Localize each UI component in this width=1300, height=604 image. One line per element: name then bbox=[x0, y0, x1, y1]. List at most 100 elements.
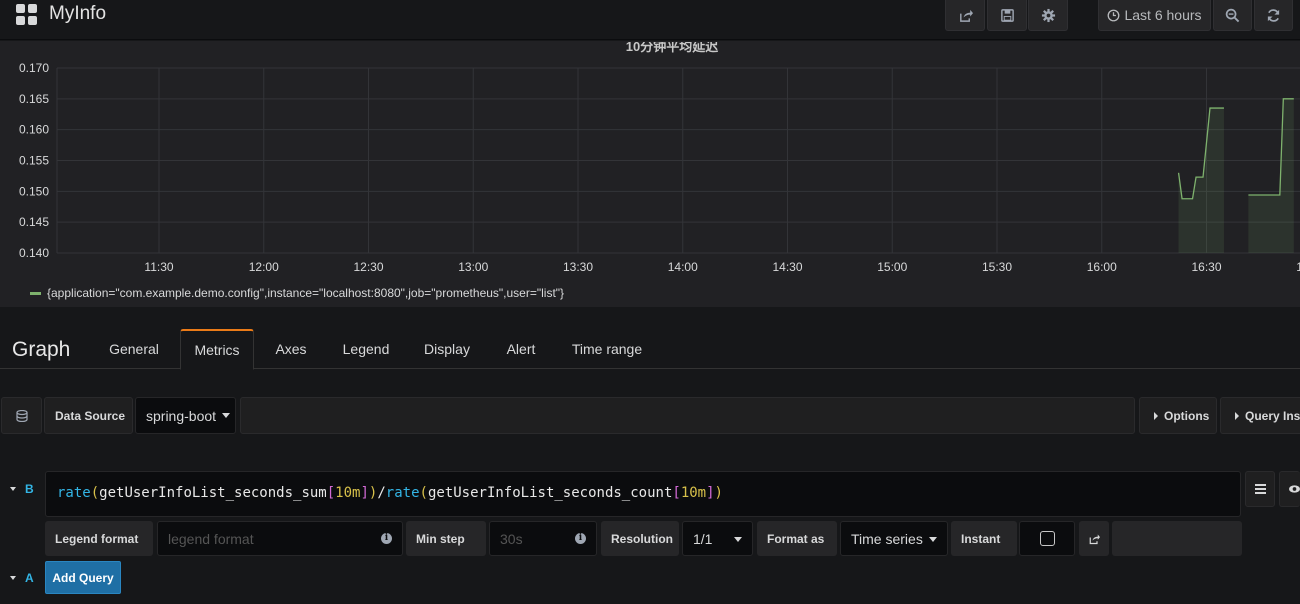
query-token: ) bbox=[714, 485, 723, 501]
dashboard-grid-icon[interactable] bbox=[16, 4, 38, 26]
share-icon bbox=[959, 9, 973, 22]
tab-alert[interactable]: Alert bbox=[496, 329, 546, 369]
x-tick-label: 17:00 bbox=[1296, 260, 1300, 271]
datasource-select[interactable]: spring-boot bbox=[135, 397, 236, 434]
query-token: [ bbox=[326, 485, 336, 501]
query-token: getUserInfoList_seconds_count bbox=[427, 485, 673, 501]
query-token: ] bbox=[706, 485, 715, 501]
collapse-icon bbox=[10, 576, 16, 580]
x-tick-label: 12:00 bbox=[249, 260, 279, 271]
query-token: ] bbox=[360, 485, 369, 501]
query-token: / bbox=[377, 485, 386, 501]
query-b-refid[interactable]: B bbox=[0, 471, 42, 507]
x-tick-label: 14:00 bbox=[668, 260, 698, 271]
tab-time-range[interactable]: Time range bbox=[564, 329, 650, 369]
query-token: 10m bbox=[680, 485, 707, 501]
tab-display[interactable]: Display bbox=[416, 329, 478, 369]
resolution-value: 1/1 bbox=[693, 530, 713, 547]
query-visibility-button[interactable] bbox=[1279, 471, 1300, 507]
x-tick-label: 13:00 bbox=[458, 260, 488, 271]
query-inspector-toggle[interactable]: Query Insp bbox=[1220, 397, 1300, 434]
query-menu-button[interactable] bbox=[1245, 471, 1275, 507]
query-token: ( bbox=[419, 485, 428, 501]
min-step-placeholder: 30s bbox=[500, 530, 523, 547]
graph-legend[interactable]: {application="com.example.demo.config",i… bbox=[30, 286, 564, 300]
info-icon[interactable]: i bbox=[575, 533, 586, 544]
query-token: 10m bbox=[335, 485, 361, 501]
refresh-icon bbox=[1267, 8, 1280, 22]
datasource-label: Data Source bbox=[44, 397, 133, 434]
instant-label: Instant bbox=[951, 521, 1017, 556]
legend-series-label[interactable]: {application="com.example.demo.config",i… bbox=[47, 286, 564, 300]
legend-series-swatch bbox=[30, 291, 41, 295]
x-tick-label: 15:30 bbox=[982, 260, 1012, 271]
graph-plot[interactable]: 0.170 0.165 0.160 0.155 0.150 0.145 0.140 11:30… bbox=[0, 41, 1300, 271]
query-token: ( bbox=[90, 485, 100, 501]
options-label: Options bbox=[1164, 408, 1210, 423]
settings-button[interactable] bbox=[1028, 0, 1068, 31]
options-toggle[interactable]: Options bbox=[1139, 397, 1217, 434]
resolution-select[interactable]: 1/1 bbox=[682, 521, 753, 556]
legend-format-input[interactable]: legend format i bbox=[157, 521, 403, 556]
hamburger-icon bbox=[1254, 484, 1266, 494]
chevron-down-icon bbox=[222, 413, 231, 418]
clock-icon bbox=[1108, 9, 1120, 21]
query-link-button[interactable] bbox=[1079, 521, 1109, 556]
instant-checkbox[interactable] bbox=[1039, 531, 1055, 546]
resolution-label: Resolution bbox=[601, 521, 679, 556]
share-button[interactable] bbox=[945, 0, 985, 31]
y-tick-label: 0.155 bbox=[19, 154, 49, 168]
dashboard-title[interactable]: MyInfo bbox=[49, 3, 106, 25]
share-icon bbox=[1089, 534, 1100, 544]
chevron-down-icon bbox=[929, 537, 937, 542]
x-tick-label: 15:00 bbox=[877, 260, 907, 271]
x-tick-label: 12:30 bbox=[353, 260, 383, 271]
y-tick-label: 0.160 bbox=[19, 123, 49, 137]
query-token: rate bbox=[385, 485, 420, 501]
save-icon bbox=[1000, 8, 1014, 22]
query-a-refid-label: A bbox=[25, 571, 34, 585]
instant-checkbox-wrapper bbox=[1019, 521, 1075, 556]
y-tick-label: 0.140 bbox=[19, 246, 49, 260]
x-tick-label: 16:00 bbox=[1087, 260, 1117, 271]
caret-right-icon bbox=[1154, 411, 1158, 420]
add-query-button[interactable]: Add Query bbox=[45, 561, 121, 594]
datasource-icon-box bbox=[1, 397, 42, 434]
chevron-down-icon bbox=[734, 537, 742, 542]
series-area bbox=[1248, 98, 1294, 253]
info-icon[interactable]: i bbox=[381, 533, 392, 544]
format-as-label: Format as bbox=[757, 521, 837, 556]
database-icon bbox=[15, 409, 28, 422]
query-token: [ bbox=[672, 485, 681, 501]
zoom-out-button[interactable] bbox=[1213, 0, 1252, 31]
query-b-expression-field[interactable]: rate(getUserInfoList_seconds_sum[10m])/r… bbox=[45, 471, 1241, 517]
legend-format-label: Legend format bbox=[45, 521, 153, 556]
min-step-label: Min step bbox=[406, 521, 486, 556]
time-range-label: Last 6 hours bbox=[1124, 7, 1202, 23]
format-as-value: Time series bbox=[851, 530, 923, 547]
save-button[interactable] bbox=[987, 0, 1027, 31]
panel-editor-header: Graph General Metrics Axes Legend Displa… bbox=[0, 329, 1300, 370]
gear-icon bbox=[1041, 8, 1055, 22]
top-navbar: MyInfo Last 6 hours bbox=[0, 0, 1300, 40]
tab-metrics[interactable]: Metrics bbox=[180, 329, 254, 370]
x-tick-label: 16:30 bbox=[1191, 260, 1221, 271]
x-tick-label: 11:30 bbox=[144, 260, 173, 271]
tab-legend[interactable]: Legend bbox=[334, 329, 398, 369]
query-b-refid-label: B bbox=[25, 482, 34, 496]
time-range-picker[interactable]: Last 6 hours bbox=[1098, 0, 1211, 31]
query-inspector-label: Query Insp bbox=[1245, 408, 1300, 423]
tab-axes[interactable]: Axes bbox=[266, 329, 316, 369]
format-as-select[interactable]: Time series bbox=[840, 521, 948, 556]
x-tick-label: 13:30 bbox=[563, 260, 593, 271]
legend-format-placeholder: legend format bbox=[168, 530, 254, 547]
editor-title: Graph bbox=[12, 338, 71, 361]
y-tick-label: 0.145 bbox=[19, 215, 49, 229]
tab-general[interactable]: General bbox=[103, 329, 165, 369]
query-token: getUserInfoList_seconds_sum bbox=[99, 485, 327, 501]
datasource-value: spring-boot bbox=[146, 407, 217, 424]
query-a-refid[interactable]: A bbox=[0, 560, 42, 596]
zoom-out-icon bbox=[1225, 8, 1240, 22]
min-step-input[interactable]: 30s i bbox=[489, 521, 597, 556]
refresh-button[interactable] bbox=[1254, 0, 1293, 31]
